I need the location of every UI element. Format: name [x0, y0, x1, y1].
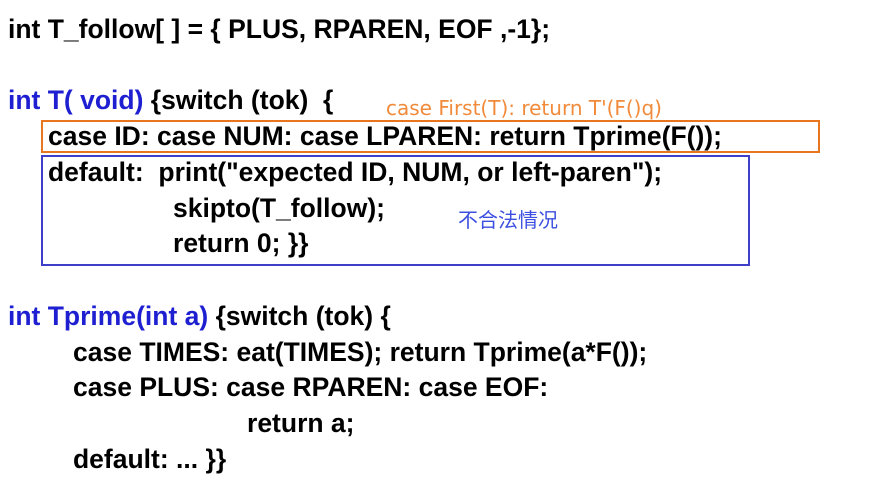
- first-set-annotation: case First(T): return T'(F()q): [386, 96, 662, 120]
- tprime-default-line: default: ... }}: [73, 444, 227, 474]
- t-skipto-line: skipto(T_follow);: [173, 193, 385, 223]
- follow-set-declaration: int T_follow[ ] = { PLUS, RPAREN, EOF ,-…: [8, 14, 551, 44]
- tprime-signature-keyword: int Tprime(int a): [8, 301, 209, 331]
- t-return-line: return 0; }}: [173, 228, 309, 258]
- tprime-return-line: return a;: [247, 408, 355, 438]
- t-case-line: case ID: case NUM: case LPAREN: return T…: [48, 121, 722, 151]
- t-default-line: default: print("expected ID, NUM, or lef…: [48, 157, 663, 187]
- tprime-times-line: case TIMES: eat(TIMES); return Tprime(a*…: [73, 337, 648, 367]
- t-signature-rest: {switch (tok) {: [143, 85, 334, 115]
- t-function-signature: int T( void) {switch (tok) {: [8, 85, 333, 115]
- tprime-function-signature: int Tprime(int a) {switch (tok) {: [8, 301, 391, 331]
- t-signature-keyword: int T( void): [8, 85, 144, 115]
- tprime-signature-rest: {switch (tok) {: [208, 301, 391, 331]
- invalid-case-annotation: 不合法情况: [458, 208, 558, 232]
- tprime-plus-line: case PLUS: case RPAREN: case EOF:: [73, 372, 549, 402]
